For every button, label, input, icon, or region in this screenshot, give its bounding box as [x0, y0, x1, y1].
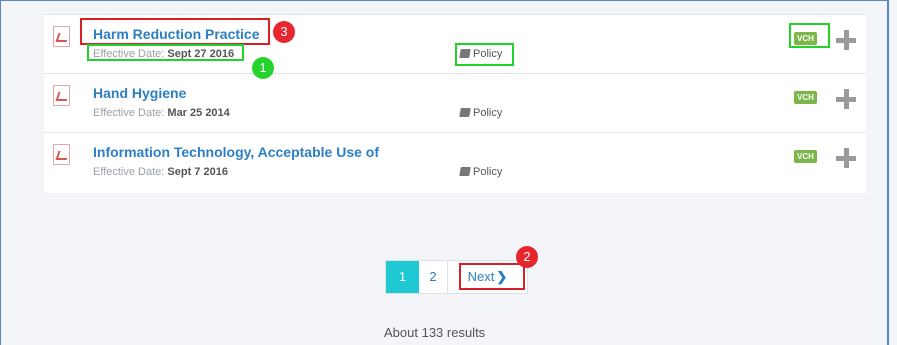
plus-icon[interactable] — [836, 148, 856, 168]
page-1-button[interactable]: 1 — [386, 261, 419, 293]
page-2-button[interactable]: 2 — [419, 261, 448, 293]
highlight-next-box — [459, 263, 525, 290]
result-title-link[interactable]: Hand Hygiene — [93, 85, 186, 101]
authority-badge: VCH — [794, 91, 817, 104]
result-row: Hand Hygiene Effective Date: Mar 25 2014… — [44, 74, 866, 133]
highlight-date-box — [87, 44, 244, 61]
pdf-icon[interactable] — [53, 85, 70, 106]
plus-icon[interactable] — [836, 89, 856, 109]
result-row: Information Technology, Acceptable Use o… — [44, 133, 866, 191]
document-type-label: Policy — [473, 166, 503, 178]
pdf-icon[interactable] — [53, 144, 70, 165]
document-type-label: Policy — [473, 107, 503, 119]
pdf-icon[interactable] — [53, 26, 70, 47]
result-count: About 133 results — [384, 325, 486, 340]
annotation-marker-2: 2 — [516, 246, 538, 268]
frame-border-right — [887, 0, 889, 345]
highlight-title-box — [80, 18, 270, 45]
effective-date: Effective Date: Mar 25 2014 — [93, 107, 230, 119]
document-type: Policy — [459, 166, 503, 178]
authority-badge: VCH — [794, 150, 817, 163]
highlight-policy-box — [455, 43, 514, 66]
book-icon — [459, 167, 471, 176]
highlight-vch-box — [789, 23, 830, 48]
document-type: Policy — [459, 107, 503, 119]
book-icon — [459, 108, 471, 117]
result-title-link[interactable]: Information Technology, Acceptable Use o… — [93, 144, 379, 160]
frame-border-top — [0, 0, 889, 1]
effective-date: Effective Date: Sept 7 2016 — [93, 166, 228, 178]
plus-icon[interactable] — [836, 30, 856, 50]
effective-date-label: Effective Date: — [93, 166, 165, 178]
effective-date-value: Sept 7 2016 — [167, 166, 228, 178]
annotation-marker-1: 1 — [252, 57, 274, 79]
frame-border-left — [0, 0, 1, 345]
effective-date-value: Mar 25 2014 — [167, 107, 230, 119]
annotation-marker-3: 3 — [273, 21, 295, 43]
effective-date-label: Effective Date: — [93, 107, 165, 119]
